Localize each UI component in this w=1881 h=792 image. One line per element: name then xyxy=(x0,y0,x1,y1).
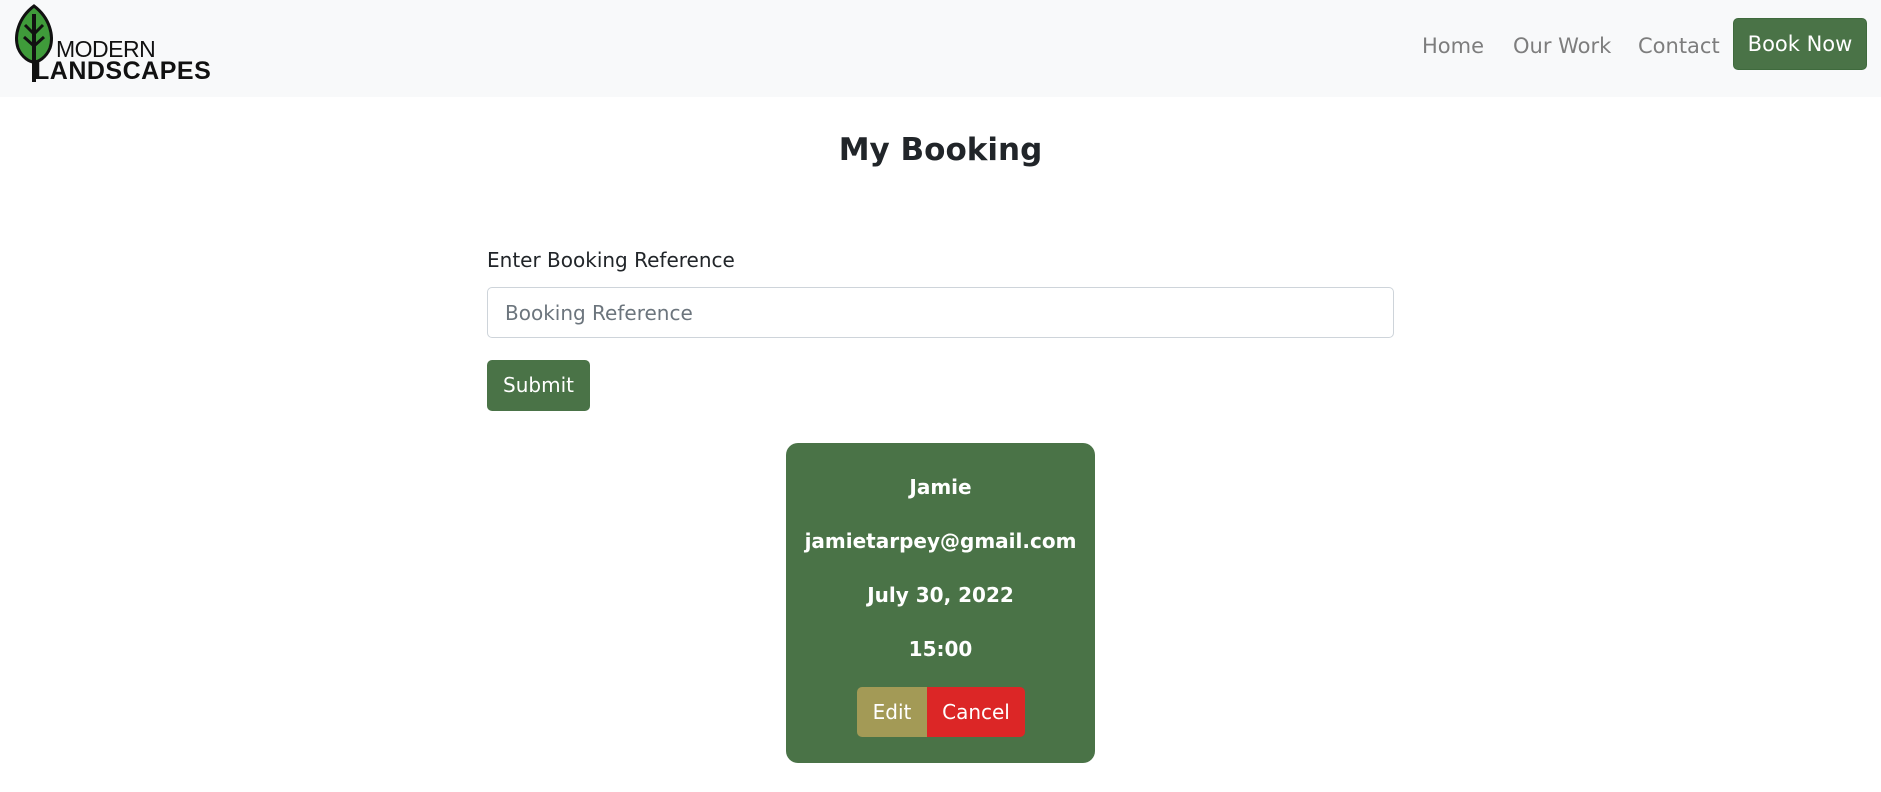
submit-button[interactable]: Submit xyxy=(487,360,590,411)
booking-time: 15:00 xyxy=(908,637,973,661)
page-title: My Booking xyxy=(838,132,1043,168)
nav-link-our-work[interactable]: Our Work xyxy=(1513,32,1611,60)
edit-button[interactable]: Edit xyxy=(857,687,927,737)
book-now-button[interactable]: Book Now xyxy=(1733,18,1867,70)
cancel-button[interactable]: Cancel xyxy=(927,687,1025,737)
booking-actions: Edit Cancel xyxy=(857,687,1025,737)
booking-name: Jamie xyxy=(909,475,972,499)
nav-link-home[interactable]: Home xyxy=(1422,32,1484,60)
booking-card: Jamie jamietarpey@gmail.com July 30, 202… xyxy=(786,443,1095,763)
booking-reference-input[interactable] xyxy=(487,287,1394,338)
booking-date: July 30, 2022 xyxy=(867,583,1014,607)
nav-links: Home Our Work Contact Book Now xyxy=(0,0,1881,97)
booking-reference-label: Enter Booking Reference xyxy=(487,248,735,272)
booking-email: jamietarpey@gmail.com xyxy=(804,529,1077,553)
nav-link-contact[interactable]: Contact xyxy=(1638,32,1720,60)
navbar: MODERN LANDSCAPES Home Our Work Contact … xyxy=(0,0,1881,97)
